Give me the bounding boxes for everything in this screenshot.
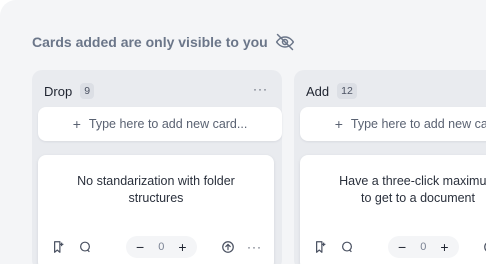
tag-button[interactable] <box>50 238 68 256</box>
add-card-input[interactable]: + Type here to add new card... <box>300 107 486 141</box>
vote-stepper: − 0 + <box>126 236 197 258</box>
column-title: Drop <box>44 83 73 99</box>
column-card-count: 9 <box>80 83 95 99</box>
private-cards-notice-text: Cards added are only visible to you <box>32 34 268 50</box>
vote-decrement-button[interactable]: − <box>136 240 144 254</box>
plus-icon: + <box>334 116 343 132</box>
card-footer: − 0 + ··· <box>50 236 262 258</box>
card-right-tools: ··· <box>221 240 262 254</box>
add-card-placeholder: Type here to add new card... <box>88 117 248 131</box>
tag-icon <box>316 241 326 253</box>
add-card-input[interactable]: + Type here to add new card... <box>38 107 282 141</box>
comment-button[interactable] <box>338 238 356 256</box>
upvote-icon[interactable] <box>221 240 235 254</box>
comment-icon <box>80 241 90 253</box>
plus-icon: + <box>72 116 81 132</box>
column-drop: Drop 9 ··· + Type here to add new card..… <box>32 70 282 264</box>
vote-increment-button[interactable]: + <box>178 240 186 254</box>
column-title: Add <box>306 83 330 99</box>
column-add: Add 12 ··· + Type here to add new card..… <box>294 70 486 264</box>
tag-icon <box>54 241 64 253</box>
private-cards-notice: Cards added are only visible to you <box>32 32 295 52</box>
card-footer: − 0 + ··· <box>312 236 486 258</box>
idea-card[interactable]: Have a three-click maximum to get to a d… <box>300 155 486 264</box>
comment-button[interactable] <box>76 238 94 256</box>
column-header: Drop 9 <box>44 82 95 100</box>
idea-card[interactable]: No standarization with folder structures… <box>38 155 274 264</box>
vote-stepper: − 0 + <box>388 236 459 258</box>
vote-decrement-button[interactable]: − <box>398 240 406 254</box>
eye-off-icon <box>275 33 294 51</box>
comment-icon <box>342 241 352 253</box>
column-menu-button[interactable]: ··· <box>253 82 268 96</box>
column-card-count: 12 <box>337 83 357 99</box>
vote-count: 0 <box>420 241 427 253</box>
vote-count: 0 <box>158 241 165 253</box>
card-more-button[interactable]: ··· <box>247 240 262 254</box>
column-header: Add 12 <box>306 82 357 100</box>
tag-button[interactable] <box>312 238 330 256</box>
retro-board-panel: Cards added are only visible to you Drop… <box>0 0 486 264</box>
idea-card-text: No standarization with folder structures <box>77 174 235 205</box>
idea-card-text: Have a three-click maximum to get to a d… <box>339 174 486 205</box>
vote-increment-button[interactable]: + <box>440 240 448 254</box>
add-card-placeholder: Type here to add new card... <box>350 117 486 131</box>
